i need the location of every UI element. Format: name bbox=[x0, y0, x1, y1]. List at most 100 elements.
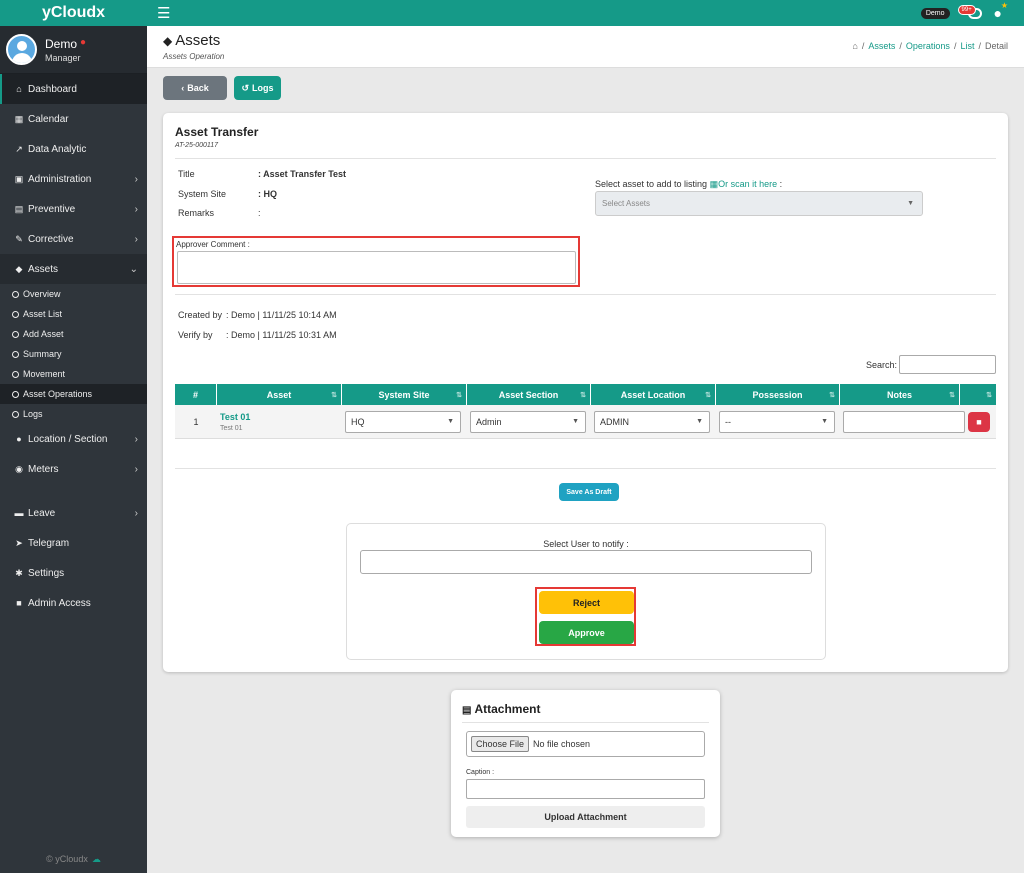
col-num[interactable]: # bbox=[175, 384, 217, 405]
file-input[interactable]: Choose File No file chosen bbox=[466, 731, 705, 757]
sidebar-sub-summary[interactable]: Summary bbox=[0, 344, 147, 364]
approver-comment-input[interactable] bbox=[177, 251, 576, 284]
calendar-icon: ▦ bbox=[14, 113, 24, 124]
sidebar-sub-asset-operations[interactable]: Asset Operations bbox=[0, 384, 147, 404]
delete-row-button[interactable]: ■ bbox=[968, 411, 990, 432]
attachment-title: Attachment bbox=[474, 702, 541, 716]
sidebar-item-preventive[interactable]: ▤ Preventive › bbox=[0, 194, 147, 224]
choose-file-button[interactable]: Choose File bbox=[471, 736, 530, 752]
sort-icon: ⇅ bbox=[705, 391, 711, 399]
section-select[interactable]: Admin ▼ bbox=[470, 410, 586, 433]
col-possession[interactable]: Possession ⇅ bbox=[716, 384, 840, 405]
demo-badge[interactable]: Demo bbox=[920, 7, 950, 19]
caption-label: Caption : bbox=[466, 769, 495, 776]
notification-button[interactable]: 99+ bbox=[957, 5, 986, 21]
globe-icon: ● bbox=[16, 434, 22, 444]
sidebar-sub-add-asset[interactable]: Add Asset bbox=[0, 324, 147, 344]
site-select[interactable]: HQ ▼ bbox=[345, 410, 461, 433]
cloud-icon: ☁ bbox=[91, 854, 101, 864]
home-icon[interactable]: ⌂ bbox=[852, 41, 857, 51]
chevron-right-icon: › bbox=[134, 433, 138, 445]
col-system-site[interactable]: System Site ⇅ bbox=[342, 384, 467, 405]
select-assets-dropdown[interactable]: Select Assets ▼ bbox=[595, 191, 923, 216]
table-header: # Asset ⇅ System Site ⇅ Asset Section ⇅ Ass… bbox=[175, 384, 996, 405]
user-menu-icon[interactable]: ● ★ bbox=[994, 1, 1008, 21]
user-role: Manager bbox=[45, 52, 81, 63]
notes-input[interactable] bbox=[843, 410, 965, 433]
file-icon: ▤ bbox=[462, 705, 472, 716]
qr-icon[interactable]: ▦ bbox=[710, 179, 719, 189]
sidebar-sub-movement[interactable]: Movement bbox=[0, 364, 147, 384]
logs-button[interactable]: ↺ Logs bbox=[234, 76, 281, 100]
sidebar-item-meters[interactable]: ◉ Meters › bbox=[0, 454, 147, 484]
reject-button[interactable]: Reject bbox=[539, 591, 634, 614]
trash-icon: ■ bbox=[976, 416, 982, 427]
asset-transfer-card: Asset Transfer AT-25-000117 Title: Asset… bbox=[163, 113, 1008, 672]
sidebar-item-leave[interactable]: ▬ Leave › bbox=[0, 498, 147, 528]
sidebar-item-settings[interactable]: ✱ Settings bbox=[0, 558, 147, 588]
sort-icon: ⇅ bbox=[949, 391, 955, 399]
sidebar-item-corrective[interactable]: ✎ Corrective › bbox=[0, 224, 147, 254]
calendar-check-icon: ▤ bbox=[14, 203, 24, 214]
transfer-code: AT-25-000117 bbox=[175, 142, 219, 149]
sidebar-item-admin-access[interactable]: ■ Admin Access bbox=[0, 588, 147, 618]
scan-link[interactable]: Or scan it here bbox=[718, 179, 777, 189]
chevron-left-icon: ‹ bbox=[181, 83, 185, 93]
decision-buttons: Reject Approve bbox=[535, 587, 636, 646]
sidebar-item-data-analytic[interactable]: ↗ Data Analytic bbox=[0, 134, 147, 164]
caption-input[interactable] bbox=[466, 779, 705, 799]
menu-toggle-icon[interactable]: ☰ bbox=[157, 4, 170, 22]
col-asset-location[interactable]: Asset Location ⇅ bbox=[591, 384, 716, 405]
sidebar-sub-overview[interactable]: Overview bbox=[0, 284, 147, 304]
info-verify-by: Verify by: Demo | 11/11/25 10:31 AM bbox=[178, 330, 337, 340]
asset-link[interactable]: Test 01 bbox=[220, 412, 250, 422]
gauge-icon: ◉ bbox=[15, 463, 23, 474]
upload-attachment-button[interactable]: Upload Attachment bbox=[466, 806, 705, 828]
sort-icon: ⇅ bbox=[331, 391, 337, 399]
breadcrumb-list[interactable]: List bbox=[960, 41, 974, 51]
sidebar-footer: © yCloudx ☁ bbox=[46, 854, 101, 864]
telegram-icon: ➤ bbox=[15, 537, 23, 548]
page-subtitle: Assets Operation bbox=[163, 52, 225, 61]
caret-down-icon: ▼ bbox=[572, 418, 579, 425]
col-actions[interactable]: ⇅ bbox=[960, 384, 996, 405]
tag-icon: ◆ bbox=[15, 263, 23, 274]
page-title: Assets bbox=[175, 32, 221, 49]
chevron-right-icon: › bbox=[134, 507, 138, 519]
sidebar-item-calendar[interactable]: ▦ Calendar bbox=[0, 104, 147, 134]
col-asset-section[interactable]: Asset Section ⇅ bbox=[467, 384, 591, 405]
breadcrumb-operations[interactable]: Operations bbox=[906, 41, 950, 51]
save-draft-button[interactable]: Save As Draft bbox=[559, 483, 619, 501]
lock-icon: ■ bbox=[16, 598, 22, 608]
sidebar-item-administration[interactable]: ▣ Administration › bbox=[0, 164, 147, 194]
info-system-site: System Site: HQ bbox=[178, 189, 277, 199]
sidebar-sub-logs[interactable]: Logs bbox=[0, 404, 147, 424]
notify-user-input[interactable] bbox=[360, 550, 812, 574]
sort-icon: ⇅ bbox=[456, 391, 462, 399]
approve-button[interactable]: Approve bbox=[539, 621, 634, 644]
sort-icon: ⇅ bbox=[829, 391, 835, 399]
location-select[interactable]: ADMIN ▼ bbox=[594, 410, 710, 433]
chevron-down-icon: ⌄ bbox=[129, 263, 138, 275]
breadcrumb-assets[interactable]: Assets bbox=[868, 41, 895, 51]
chart-icon: ↗ bbox=[15, 143, 23, 154]
breadcrumb-detail: Detail bbox=[984, 41, 1008, 51]
brand-logo[interactable]: yCloudx bbox=[0, 0, 147, 26]
notification-count: 99+ bbox=[957, 5, 976, 15]
search-input[interactable] bbox=[899, 355, 996, 374]
breadcrumb: ⌂ / Assets / Operations / List / Detail bbox=[852, 41, 1008, 51]
sidebar-item-telegram[interactable]: ➤ Telegram bbox=[0, 528, 147, 558]
col-notes[interactable]: Notes ⇅ bbox=[840, 384, 960, 405]
sidebar-item-assets[interactable]: ◆ Assets ⌄ bbox=[0, 254, 147, 284]
sidebar-item-location-section[interactable]: ● Location / Section › bbox=[0, 424, 147, 454]
sidebar-item-dashboard[interactable]: ⌂ Dashboard bbox=[0, 74, 147, 104]
card-title: Asset Transfer bbox=[175, 125, 259, 139]
user-profile[interactable]: Demo ● Manager bbox=[0, 26, 147, 74]
col-asset[interactable]: Asset ⇅ bbox=[217, 384, 342, 405]
star-icon: ★ bbox=[1000, 1, 1008, 10]
select-asset-label: Select asset to add to listing ▦Or scan … bbox=[595, 179, 783, 189]
sidebar-sub-asset-list[interactable]: Asset List bbox=[0, 304, 147, 324]
topbar: ☰ Demo 99+ ● ★ bbox=[147, 0, 1024, 26]
possession-select[interactable]: -- ▼ bbox=[719, 410, 835, 433]
back-button[interactable]: ‹ Back bbox=[163, 76, 227, 100]
